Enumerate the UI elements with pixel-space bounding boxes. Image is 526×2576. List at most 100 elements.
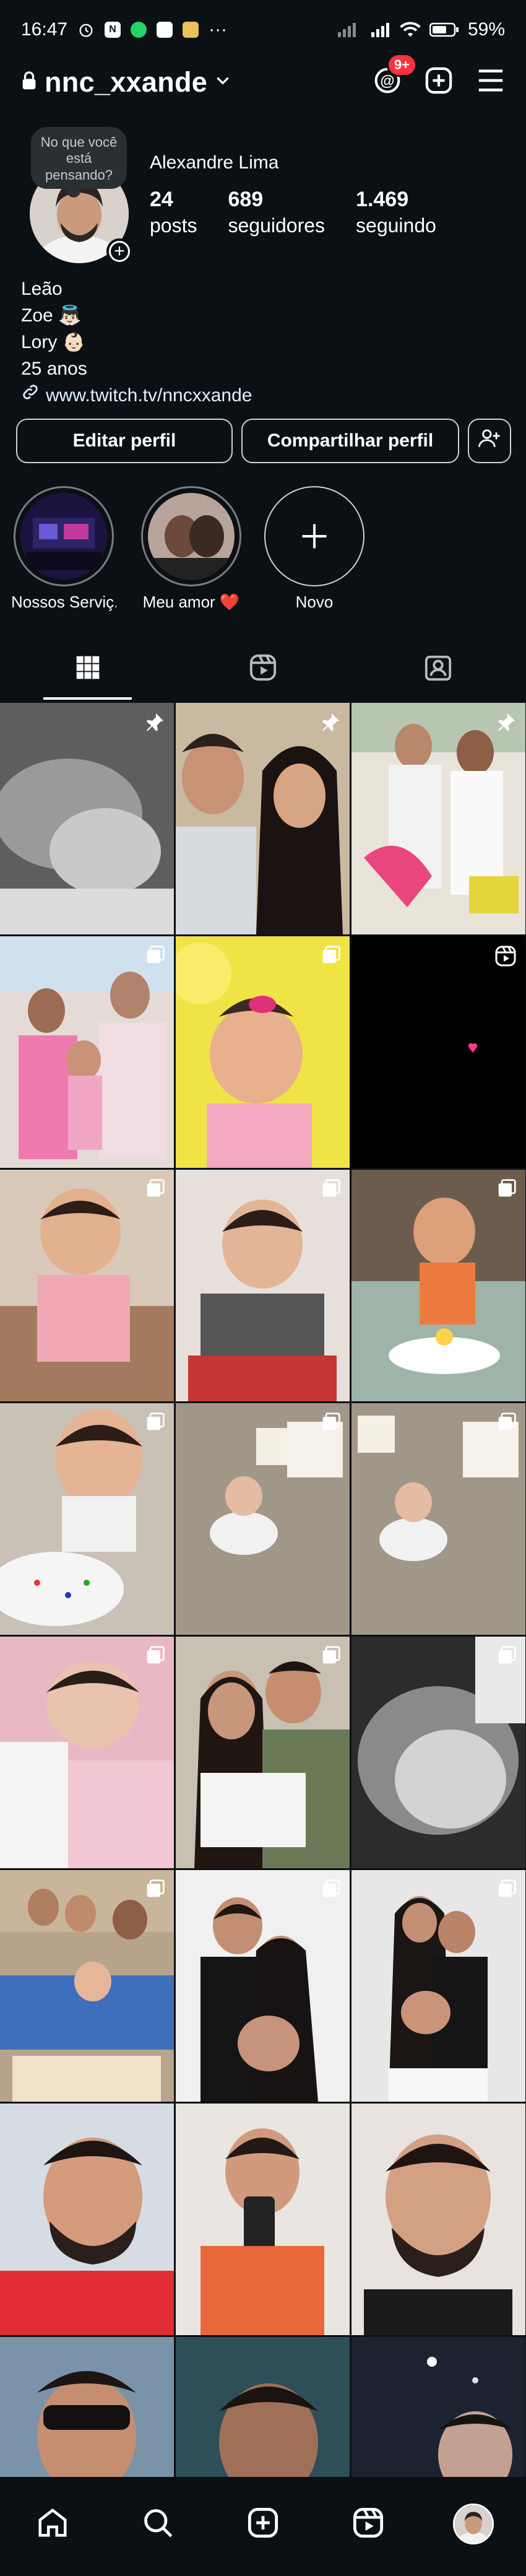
pin-icon xyxy=(143,711,165,737)
app-notification-icon xyxy=(157,21,173,38)
post-thumbnail[interactable] xyxy=(176,936,350,1168)
stat-value: 1.469 xyxy=(356,188,409,211)
profile-tabs xyxy=(0,638,526,700)
search-icon xyxy=(142,2507,174,2542)
stat-posts[interactable]: 24 posts xyxy=(150,188,197,237)
carousel-icon xyxy=(321,1412,341,1435)
nav-home[interactable] xyxy=(28,2499,77,2549)
post-thumbnail[interactable] xyxy=(0,936,174,1168)
discover-people-button[interactable] xyxy=(468,419,511,463)
highlight-label: Nossos Serviç... xyxy=(11,593,116,611)
stat-following[interactable]: 1.469 seguindo xyxy=(356,188,436,237)
reel-icon xyxy=(494,945,517,970)
post-thumbnail[interactable] xyxy=(0,1170,174,1401)
post-thumbnail[interactable] xyxy=(351,936,525,1168)
post-thumbnail[interactable] xyxy=(0,2104,174,2335)
post-thumbnail[interactable] xyxy=(351,2104,525,2335)
signal-icon xyxy=(337,21,361,38)
profile-header: nnc_xxande @ 9+ xyxy=(0,53,526,105)
threads-icon: @ xyxy=(374,67,401,97)
highlight-item[interactable]: Meu amor ❤️ xyxy=(139,486,244,612)
alarm-icon xyxy=(77,21,95,38)
nav-create[interactable] xyxy=(238,2499,288,2549)
carousel-icon xyxy=(321,1178,341,1201)
post-thumbnail[interactable] xyxy=(351,1870,525,2102)
battery-icon xyxy=(429,22,459,38)
profile-actions: Editar perfil Compartilhar perfil xyxy=(16,419,511,463)
highlight-ring xyxy=(141,486,241,586)
highlight-item[interactable]: Nossos Serviç... xyxy=(11,486,116,612)
new-highlight-circle xyxy=(264,486,364,586)
instagram-profile-page: 16:47 N ··· 59% nnc_xxande @ 9+ No que v… xyxy=(0,0,526,2576)
post-thumbnail[interactable] xyxy=(0,1870,174,2102)
post-thumbnail[interactable] xyxy=(0,1403,174,1635)
pin-icon xyxy=(494,711,517,737)
carousel-icon xyxy=(145,1178,165,1201)
carousel-icon xyxy=(497,1879,517,1902)
add-story-button[interactable]: + xyxy=(106,238,132,264)
post-thumbnail[interactable] xyxy=(176,1637,350,1868)
account-switcher[interactable]: nnc_xxande xyxy=(21,66,231,98)
edit-profile-button[interactable]: Editar perfil xyxy=(16,419,233,463)
carousel-icon xyxy=(145,1645,165,1668)
post-thumbnail[interactable] xyxy=(351,1170,525,1401)
tab-posts-grid[interactable] xyxy=(0,638,175,700)
post-thumbnail[interactable] xyxy=(0,703,174,934)
username: nnc_xxande xyxy=(45,66,208,98)
carousel-icon xyxy=(497,1412,517,1435)
link-icon xyxy=(21,382,40,409)
plus-icon xyxy=(302,524,327,549)
tagged-icon xyxy=(424,653,452,685)
grid-icon xyxy=(74,654,101,684)
highlight-label: Novo xyxy=(295,593,334,611)
full-name: Alexandre Lima xyxy=(150,152,279,173)
post-thumbnail[interactable] xyxy=(176,1403,350,1635)
share-profile-button[interactable]: Compartilhar perfil xyxy=(241,419,459,463)
bio-line: Lory 👶🏻 xyxy=(21,332,86,352)
stat-value: 24 xyxy=(150,188,173,211)
post-thumbnail[interactable] xyxy=(176,1170,350,1401)
wifi-icon xyxy=(400,21,421,38)
threads-button[interactable]: @ 9+ xyxy=(374,53,417,97)
signal-icon-2 xyxy=(370,21,391,38)
story-highlights: Nossos Serviç... Meu amor ❤️ Novo xyxy=(0,486,526,616)
post-thumbnail[interactable] xyxy=(351,1403,525,1635)
carousel-icon xyxy=(145,1879,165,1902)
profile-avatar-icon xyxy=(453,2504,494,2544)
home-icon xyxy=(36,2506,69,2543)
carousel-icon xyxy=(321,1645,341,1668)
nav-profile[interactable] xyxy=(449,2499,498,2549)
post-thumbnail[interactable] xyxy=(176,1870,350,2102)
stat-label: posts xyxy=(150,214,197,237)
add-post-icon xyxy=(247,2507,279,2542)
lock-icon xyxy=(21,71,37,94)
stat-followers[interactable]: 689 seguidores xyxy=(228,188,325,237)
carousel-icon xyxy=(321,945,341,968)
note-text: No que você está pensando? xyxy=(40,134,118,183)
stat-value: 689 xyxy=(228,188,264,211)
highlight-new[interactable]: Novo xyxy=(262,486,367,612)
note-bubble[interactable]: No que você está pensando? xyxy=(31,127,127,198)
nav-search[interactable] xyxy=(133,2499,183,2549)
bio-link[interactable]: www.twitch.tv/nncxxande xyxy=(21,382,252,409)
tab-tagged[interactable] xyxy=(351,638,526,700)
menu-icon[interactable] xyxy=(476,68,505,96)
plus-icon: + xyxy=(109,241,130,262)
carousel-icon xyxy=(497,1178,517,1201)
create-post-icon[interactable] xyxy=(425,66,453,98)
carousel-icon xyxy=(145,945,165,968)
chevron-down-icon xyxy=(215,74,231,90)
post-thumbnail[interactable] xyxy=(176,2104,350,2335)
bio-link-text: www.twitch.tv/nncxxande xyxy=(46,385,252,406)
post-thumbnail[interactable] xyxy=(351,1637,525,1868)
tab-reels[interactable] xyxy=(175,638,350,700)
profile-stats: 24 posts 689 seguidores 1.469 seguindo xyxy=(150,188,436,237)
bio: Leão Zoe 👼🏻 Lory 👶🏻 25 anos www.twitch.t… xyxy=(21,276,252,409)
whatsapp-icon xyxy=(131,21,147,38)
stat-label: seguidores xyxy=(228,214,326,237)
battery-percent: 59% xyxy=(467,19,505,40)
nav-reels[interactable] xyxy=(343,2499,393,2549)
post-thumbnail[interactable] xyxy=(351,703,525,934)
post-thumbnail[interactable] xyxy=(176,703,350,934)
post-thumbnail[interactable] xyxy=(0,1637,174,1868)
